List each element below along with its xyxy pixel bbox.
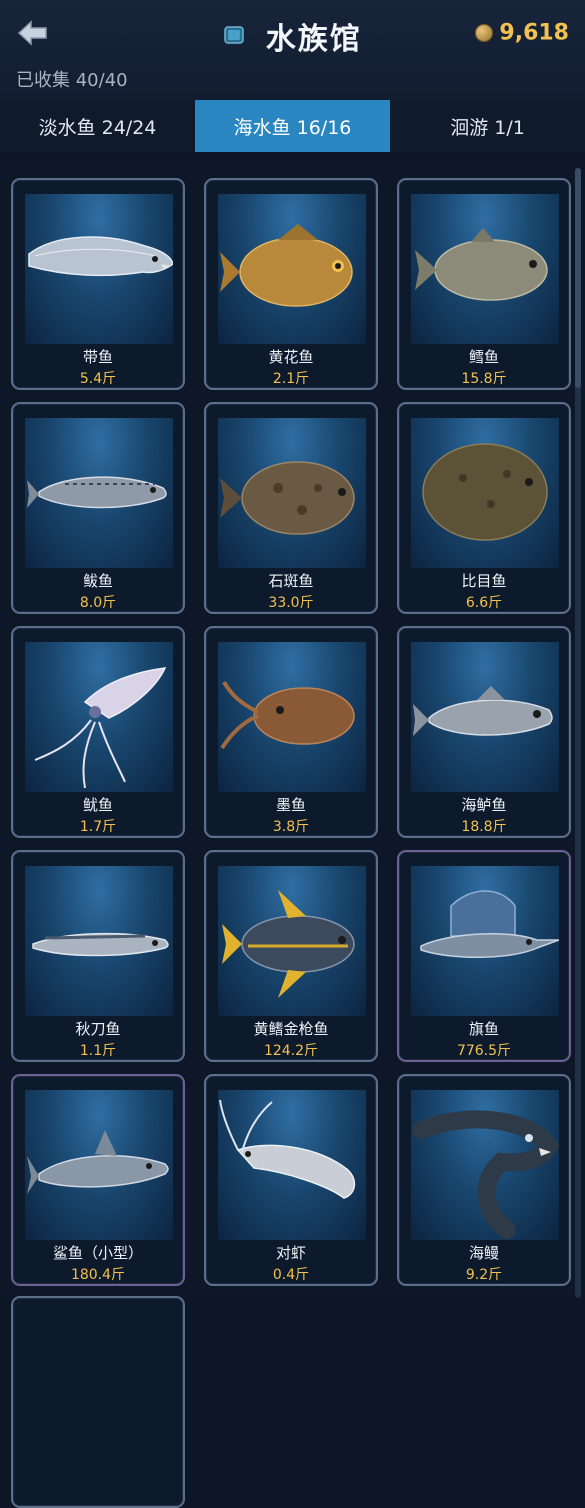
collected-count: 已收集 40/40 bbox=[16, 70, 128, 91]
prawn-image bbox=[218, 1090, 366, 1240]
fish-name: 旗鱼 bbox=[468, 1020, 499, 1038]
yellowfin-tuna-image bbox=[218, 866, 366, 1016]
fish-card-partial[interactable] bbox=[11, 1296, 185, 1508]
fish-card-sea-eel[interactable]: 海鳗 9.2斤 bbox=[397, 1074, 571, 1286]
coin-balance: 9,618 bbox=[475, 20, 569, 46]
fish-name: 海鳗 bbox=[468, 1244, 499, 1262]
fish-weight: 0.4斤 bbox=[272, 1267, 310, 1283]
fish-card-sailfish[interactable]: 旗鱼 776.5斤 bbox=[397, 850, 571, 1062]
fish-name: 秋刀鱼 bbox=[75, 1020, 121, 1038]
sea-bass-image bbox=[411, 642, 559, 792]
aquarium-box-icon bbox=[223, 19, 245, 54]
fish-name: 黄鳍金枪鱼 bbox=[253, 1020, 329, 1038]
coin-icon bbox=[475, 24, 494, 42]
ribbonfish-image bbox=[25, 194, 173, 344]
fish-card-mackerel[interactable]: 鲅鱼 8.0斤 bbox=[11, 402, 185, 614]
fish-weight: 15.8斤 bbox=[461, 371, 507, 387]
header: 水族馆 9,618 已收集 40/40 bbox=[0, 0, 585, 100]
small-shark-image bbox=[25, 1090, 173, 1240]
tab-saltwater[interactable]: 海水鱼 16/16 bbox=[195, 100, 390, 152]
coin-amount: 9,618 bbox=[499, 20, 569, 46]
fish-name: 对虾 bbox=[275, 1244, 306, 1262]
fish-card-flounder[interactable]: 比目鱼 6.6斤 bbox=[397, 402, 571, 614]
title-text: 水族馆 bbox=[265, 22, 362, 57]
category-tabs: 淡水鱼 24/24 海水鱼 16/16 洄游 1/1 bbox=[0, 100, 585, 152]
fish-card-yellow-croaker[interactable]: 黄花鱼 2.1斤 bbox=[204, 178, 378, 390]
fish-card-prawn[interactable]: 对虾 0.4斤 bbox=[204, 1074, 378, 1286]
fish-name: 带鱼 bbox=[82, 348, 113, 366]
fish-weight: 776.5斤 bbox=[456, 1043, 512, 1059]
fish-card-cuttlefish[interactable]: 墨鱼 3.8斤 bbox=[204, 626, 378, 838]
fish-card-cod[interactable]: 鳕鱼 15.8斤 bbox=[397, 178, 571, 390]
fish-weight: 6.6斤 bbox=[465, 595, 503, 611]
grouper-image bbox=[218, 418, 366, 568]
fish-card-yellowfin-tuna[interactable]: 黄鳍金枪鱼 124.2斤 bbox=[204, 850, 378, 1062]
fish-weight: 1.7斤 bbox=[79, 819, 117, 835]
fish-weight: 9.2斤 bbox=[465, 1267, 503, 1283]
cuttlefish-image bbox=[218, 642, 366, 792]
fish-weight: 2.1斤 bbox=[272, 371, 310, 387]
cod-image bbox=[411, 194, 559, 344]
fish-weight: 33.0斤 bbox=[268, 595, 314, 611]
fish-card-small-shark[interactable]: 鲨鱼（小型） 180.4斤 bbox=[11, 1074, 185, 1286]
fish-name: 鱿鱼 bbox=[82, 796, 113, 814]
yellow-croaker-image bbox=[218, 194, 366, 344]
fish-weight: 8.0斤 bbox=[79, 595, 117, 611]
fish-name: 鲨鱼（小型） bbox=[52, 1244, 143, 1262]
fish-weight: 1.1斤 bbox=[79, 1043, 117, 1059]
sailfish-image bbox=[411, 866, 559, 1016]
fish-name: 海鲈鱼 bbox=[461, 796, 507, 814]
flounder-image bbox=[411, 418, 559, 568]
scrollbar[interactable] bbox=[575, 168, 581, 1298]
fish-card-grouper[interactable]: 石斑鱼 33.0斤 bbox=[204, 402, 378, 614]
sea-eel-image bbox=[411, 1090, 559, 1240]
fish-weight: 180.4斤 bbox=[70, 1267, 126, 1283]
tab-freshwater[interactable]: 淡水鱼 24/24 bbox=[0, 100, 195, 152]
fish-card-squid[interactable]: 鱿鱼 1.7斤 bbox=[11, 626, 185, 838]
fish-grid: 带鱼 5.4斤 黄花鱼 2.1斤 鳕鱼 15.8斤 鲅鱼 8.0斤 石斑鱼 33… bbox=[0, 158, 585, 1508]
saury-image bbox=[25, 866, 173, 1016]
fish-card-saury[interactable]: 秋刀鱼 1.1斤 bbox=[11, 850, 185, 1062]
fish-name: 黄花鱼 bbox=[268, 348, 314, 366]
fish-weight: 5.4斤 bbox=[79, 371, 117, 387]
scrollbar-thumb[interactable] bbox=[575, 168, 581, 388]
fish-weight: 18.8斤 bbox=[461, 819, 507, 835]
fish-name: 墨鱼 bbox=[275, 796, 306, 814]
mackerel-image bbox=[25, 418, 173, 568]
fish-card-sea-bass[interactable]: 海鲈鱼 18.8斤 bbox=[397, 626, 571, 838]
fish-name: 鳕鱼 bbox=[468, 348, 499, 366]
fish-card-ribbonfish[interactable]: 带鱼 5.4斤 bbox=[11, 178, 185, 390]
tab-migratory[interactable]: 洄游 1/1 bbox=[390, 100, 585, 152]
squid-image bbox=[25, 642, 173, 792]
fish-weight: 3.8斤 bbox=[272, 819, 310, 835]
fish-name: 比目鱼 bbox=[461, 572, 507, 590]
fish-name: 石斑鱼 bbox=[268, 572, 314, 590]
fish-weight: 124.2斤 bbox=[263, 1043, 319, 1059]
fish-name: 鲅鱼 bbox=[82, 572, 113, 590]
